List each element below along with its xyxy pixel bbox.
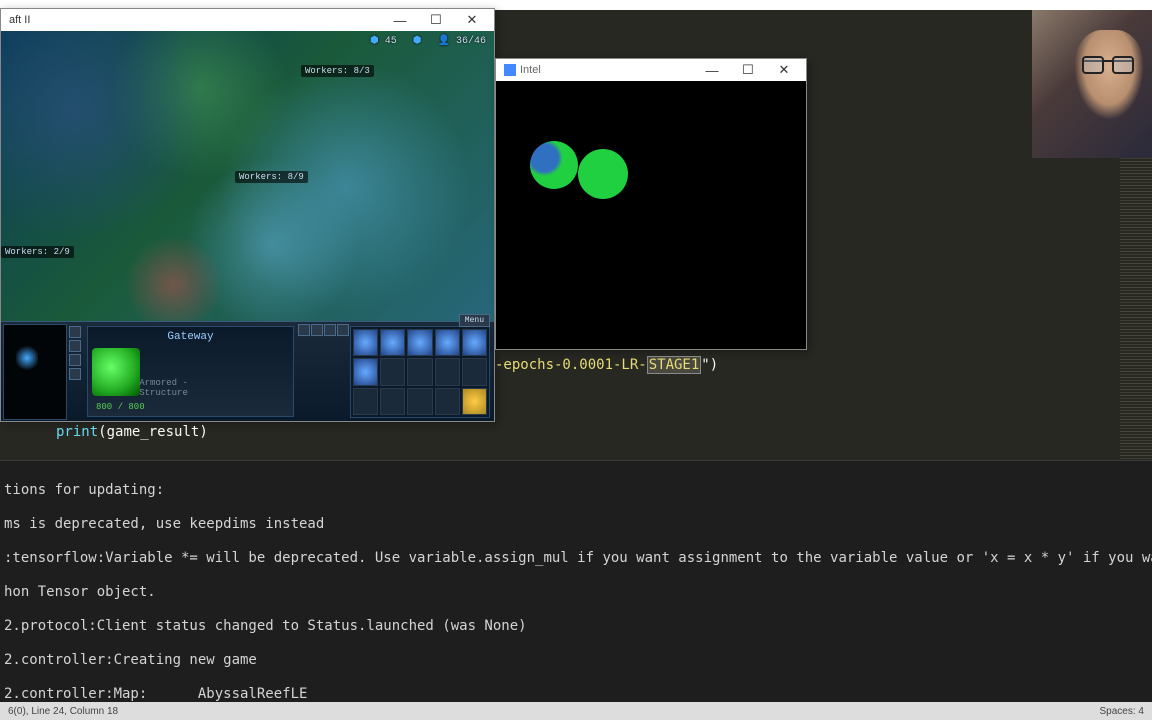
maximize-button[interactable]: ☐ (730, 59, 766, 81)
webcam-overlay (1032, 10, 1152, 158)
intel-blob-2 (578, 149, 628, 199)
code-fragment[interactable]: -epochs-0.0001-LR-STAGE1") (495, 356, 1144, 374)
terminal-panel[interactable]: tions for updating: ms is deprecated, us… (0, 460, 1152, 702)
command-button[interactable] (407, 358, 432, 385)
webcam-face (1074, 30, 1144, 120)
terminal-line: ms is deprecated, use keepdims instead (4, 516, 1148, 533)
command-button[interactable] (407, 388, 432, 415)
cursor-position[interactable]: 6(0), Line 24, Column 18 (8, 706, 118, 717)
command-button[interactable] (435, 358, 460, 385)
command-button[interactable] (435, 329, 460, 356)
command-button[interactable] (380, 388, 405, 415)
ui-button[interactable] (298, 324, 310, 336)
code-text: ") (701, 357, 718, 373)
close-button[interactable]: ✕ (766, 59, 802, 81)
armor-type: Armored - Structure (139, 378, 242, 398)
side-button[interactable] (69, 340, 81, 352)
terminal-line: tions for updating: (4, 482, 1148, 499)
ui-button[interactable] (324, 324, 336, 336)
side-button[interactable] (69, 326, 81, 338)
code-minimap[interactable] (1120, 158, 1152, 460)
intel-title-text: Intel (520, 64, 541, 76)
indent-setting[interactable]: Spaces: 4 (1100, 706, 1144, 717)
command-button[interactable] (380, 329, 405, 356)
webcam-glasses (1082, 60, 1134, 74)
command-button[interactable] (462, 358, 487, 385)
intel-title: Intel (500, 64, 541, 76)
command-button[interactable] (435, 388, 460, 415)
minerals-count: 45 (370, 35, 397, 47)
side-buttons (69, 322, 83, 421)
top-button-grid (298, 322, 350, 421)
command-button[interactable] (462, 388, 487, 415)
code-text: -epochs-0.0001-LR- (495, 357, 647, 373)
minimize-button[interactable]: — (382, 9, 418, 31)
menu-button[interactable]: Menu (459, 314, 490, 327)
selection-panel: Gateway Armored - Structure 800 / 800 (87, 326, 294, 417)
command-button[interactable] (353, 388, 378, 415)
unit-portrait (92, 348, 140, 396)
gas-count (413, 35, 422, 47)
starcraft-title: aft II (5, 14, 30, 26)
code-fn: print (56, 424, 98, 440)
terminal-line: 2.controller:Creating new game (4, 652, 1148, 669)
intel-app-icon (504, 64, 516, 76)
terminal-line: 2.protocol:Client status changed to Stat… (4, 618, 1148, 635)
workers-label-2: Workers: 8/9 (235, 171, 308, 183)
workers-label-3: Workers: 2/9 (1, 246, 74, 258)
intel-canvas (496, 81, 806, 349)
terminal-line: hon Tensor object. (4, 584, 1148, 601)
command-button[interactable] (462, 329, 487, 356)
status-bar: 6(0), Line 24, Column 18 Spaces: 4 (0, 702, 1152, 720)
ui-button[interactable] (311, 324, 323, 336)
game-viewport[interactable]: 45 36/46 Workers: 8/3 Workers: 8/9 Worke… (1, 31, 494, 421)
intel-titlebar[interactable]: Intel — ☐ ✕ (496, 59, 806, 81)
hp-value: 800 / 800 (96, 402, 145, 412)
resource-bar: 45 36/46 (370, 35, 486, 47)
starcraft-titlebar[interactable]: aft II — ☐ ✕ (1, 9, 494, 31)
close-button[interactable]: ✕ (454, 9, 490, 31)
command-button[interactable] (380, 358, 405, 385)
side-button[interactable] (69, 354, 81, 366)
game-hud: Menu Gateway Armored - Structure 800 / 8… (1, 321, 494, 421)
unit-name: Gateway (167, 331, 213, 343)
minimap[interactable] (3, 324, 67, 420)
side-button[interactable] (69, 368, 81, 380)
code-selection: STAGE1 (647, 356, 702, 374)
command-card (350, 326, 490, 418)
code-print-line[interactable]: print(game_result) (56, 424, 208, 440)
supply-count: 36/46 (438, 35, 486, 47)
terminal-line: :tensorflow:Variable *= will be deprecat… (4, 550, 1148, 567)
minimize-button[interactable]: — (694, 59, 730, 81)
maximize-button[interactable]: ☐ (418, 9, 454, 31)
code-var: game_result (107, 424, 200, 440)
command-button[interactable] (353, 329, 378, 356)
terminal-line: 2.controller:Map: AbyssalReefLE (4, 686, 1148, 702)
command-button[interactable] (353, 358, 378, 385)
ui-button[interactable] (337, 324, 349, 336)
workers-label-1: Workers: 8/3 (301, 65, 374, 77)
command-button[interactable] (407, 329, 432, 356)
intel-blob-1 (530, 141, 578, 189)
starcraft-window: aft II — ☐ ✕ 45 36/46 Workers: 8/3 Worke… (0, 8, 495, 422)
intel-window: Intel — ☐ ✕ (495, 58, 807, 350)
